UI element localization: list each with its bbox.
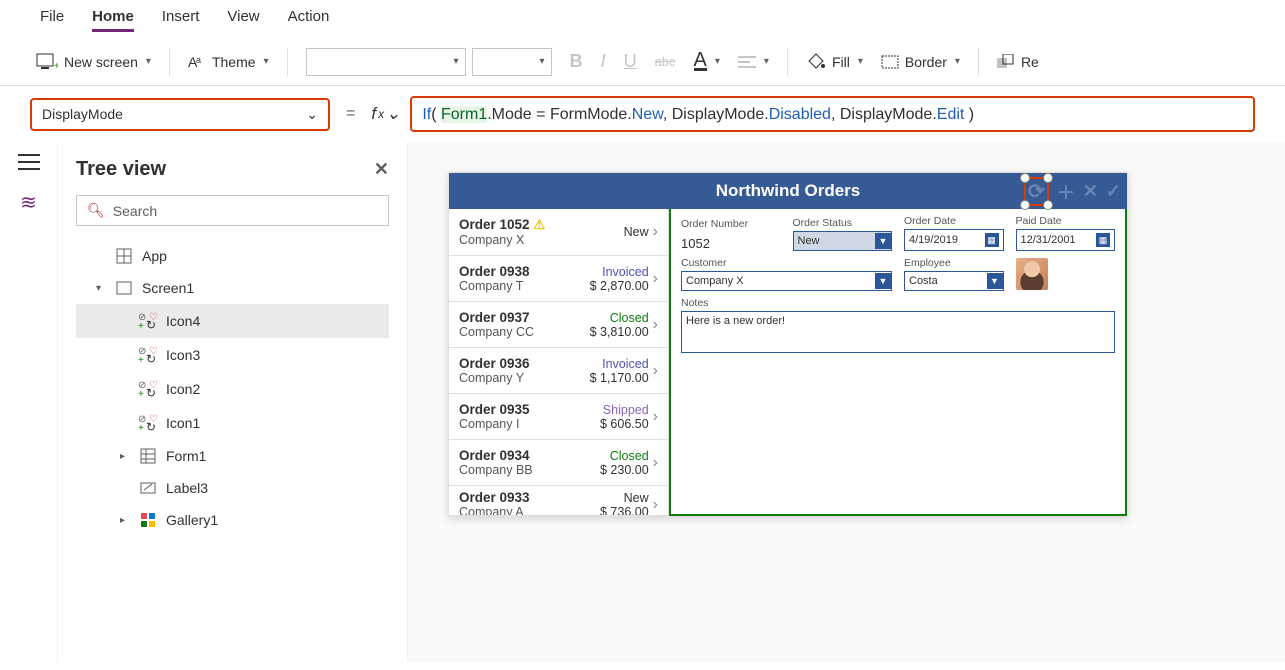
- svg-text:+: +: [54, 61, 58, 71]
- formula-bar: DisplayMode ⌄ = fx⌄ If( Form1.Mode = For…: [0, 86, 1285, 142]
- search-icon: 🔍︎: [87, 202, 105, 219]
- svg-text:a: a: [196, 55, 201, 65]
- notes-input[interactable]: Here is a new order!: [681, 311, 1115, 353]
- menu-file[interactable]: File: [40, 8, 64, 32]
- order-row[interactable]: Order 0936Company YInvoiced$ 1,170.00›: [449, 348, 668, 394]
- order-date-label: Order Date: [904, 215, 1004, 227]
- employee-combo[interactable]: Costa▼: [904, 271, 1004, 291]
- border-button[interactable]: Border▾: [881, 54, 960, 70]
- order-status-combo[interactable]: New▼: [793, 231, 893, 251]
- new-screen-label: New screen: [64, 54, 138, 70]
- notes-label: Notes: [681, 297, 1115, 309]
- order-date-input[interactable]: 4/19/2019▦: [904, 229, 1004, 251]
- customer-label: Customer: [681, 257, 892, 269]
- order-number-label: Order Number: [681, 218, 781, 230]
- refresh-icon-selected[interactable]: ⟳: [1024, 177, 1049, 206]
- accept-icon[interactable]: ✓: [1106, 181, 1121, 202]
- tree-item-form1[interactable]: ▸Form1: [76, 440, 389, 472]
- app-header: Northwind Orders ⟳ ＋ ✕ ✓: [449, 173, 1127, 209]
- add-icon[interactable]: ＋: [1057, 179, 1075, 205]
- order-row[interactable]: Order 0933Company ANew$ 736.00›: [449, 486, 668, 516]
- font-family-select[interactable]: ▾: [306, 48, 466, 76]
- fill-label: Fill: [832, 54, 850, 70]
- order-row[interactable]: Order 0938Company TInvoiced$ 2,870.00›: [449, 256, 668, 302]
- reorder-button[interactable]: Re: [997, 54, 1039, 70]
- chevron-down-icon: ▾: [146, 56, 151, 67]
- font-size-select[interactable]: ▾: [472, 48, 552, 76]
- canvas: Northwind Orders ⟳ ＋ ✕ ✓ Order 1052 ⚠Com…: [408, 142, 1285, 662]
- bold-button[interactable]: B: [570, 51, 583, 72]
- font-color-button[interactable]: A▾: [694, 52, 720, 71]
- chevron-down-icon: ▾: [264, 56, 269, 67]
- employee-avatar: [1016, 258, 1048, 290]
- menu-action[interactable]: Action: [288, 8, 330, 32]
- employee-label: Employee: [904, 257, 1004, 269]
- menu-view[interactable]: View: [227, 8, 259, 32]
- align-button[interactable]: ▾: [738, 55, 769, 69]
- order-row[interactable]: Order 1052 ⚠Company XNew›: [449, 209, 668, 256]
- menu-home[interactable]: Home: [92, 8, 134, 32]
- tree-item-gallery1[interactable]: ▸Gallery1: [76, 504, 389, 536]
- formula-input[interactable]: If( Form1.Mode = FormMode.New, DisplayMo…: [410, 96, 1255, 132]
- tree-item-icon4[interactable]: ⊘♡+↻Icon4: [76, 304, 389, 338]
- strikethrough-button[interactable]: abc: [655, 54, 676, 69]
- fill-icon: [806, 53, 826, 71]
- property-selector[interactable]: DisplayMode ⌄: [30, 98, 330, 131]
- close-icon[interactable]: ✕: [374, 159, 389, 180]
- theme-label: Theme: [212, 54, 256, 70]
- tree-view-title: Tree view: [76, 158, 166, 181]
- tree-view-rail-icon[interactable]: ≋: [0, 190, 52, 215]
- reorder-icon: [997, 54, 1015, 70]
- theme-icon: Aa: [188, 53, 206, 71]
- paid-date-input[interactable]: 12/31/2001▦: [1016, 229, 1116, 251]
- border-label: Border: [905, 54, 947, 70]
- border-icon: [881, 55, 899, 69]
- fill-button[interactable]: Fill▾: [806, 53, 863, 71]
- tree-item-app[interactable]: App: [76, 240, 389, 272]
- detail-form: Order Number 1052 Order Status New▼ Orde…: [669, 207, 1127, 516]
- tree-item-icon2[interactable]: ⊘♡+↻Icon2: [76, 372, 389, 406]
- new-screen-icon: +: [36, 53, 58, 71]
- underline-button[interactable]: U: [624, 51, 637, 72]
- cancel-icon[interactable]: ✕: [1083, 181, 1098, 202]
- order-row[interactable]: Order 0935Company IShipped$ 606.50›: [449, 394, 668, 440]
- chevron-down-icon: ⌄: [306, 106, 318, 123]
- tree-item-screen1[interactable]: ▾Screen1: [76, 272, 389, 304]
- app-title: Northwind Orders: [716, 181, 861, 200]
- order-row[interactable]: Order 0934Company BBClosed$ 230.00›: [449, 440, 668, 486]
- reorder-label: Re: [1021, 54, 1039, 70]
- equals-sign: =: [346, 105, 355, 123]
- tree-list: App▾Screen1⊘♡+↻Icon4⊘♡+↻Icon3⊘♡+↻Icon2⊘♡…: [76, 240, 389, 536]
- theme-button[interactable]: Aa Theme ▾: [188, 53, 269, 71]
- paid-date-label: Paid Date: [1016, 215, 1116, 227]
- italic-button[interactable]: I: [601, 51, 606, 72]
- menu-bar: File Home Insert View Action: [0, 0, 1285, 38]
- order-list[interactable]: Order 1052 ⚠Company XNew›Order 0938Compa…: [449, 209, 669, 516]
- menu-insert[interactable]: Insert: [162, 8, 200, 32]
- customer-combo[interactable]: Company X▼: [681, 271, 892, 291]
- tree-item-icon1[interactable]: ⊘♡+↻Icon1: [76, 406, 389, 440]
- left-rail: ≋: [0, 142, 58, 662]
- hamburger-icon[interactable]: [18, 154, 40, 170]
- tree-item-icon3[interactable]: ⊘♡+↻Icon3: [76, 338, 389, 372]
- order-number-value: 1052: [681, 232, 781, 251]
- order-status-label: Order Status: [793, 217, 893, 229]
- ribbon: + New screen ▾ Aa Theme ▾ ▾ ▾ B I U abc …: [0, 38, 1285, 86]
- tree-view-pane: Tree view ✕ 🔍︎ Search App▾Screen1⊘♡+↻Ico…: [58, 142, 408, 662]
- search-placeholder: Search: [113, 203, 157, 219]
- order-row[interactable]: Order 0937Company CCClosed$ 3,810.00›: [449, 302, 668, 348]
- tree-item-label3[interactable]: Label3: [76, 472, 389, 504]
- app-preview: Northwind Orders ⟳ ＋ ✕ ✓ Order 1052 ⚠Com…: [448, 172, 1128, 517]
- property-name: DisplayMode: [42, 106, 123, 122]
- fx-button[interactable]: fx⌄: [371, 104, 400, 124]
- tree-search-input[interactable]: 🔍︎ Search: [76, 195, 389, 226]
- new-screen-button[interactable]: + New screen ▾: [36, 53, 151, 71]
